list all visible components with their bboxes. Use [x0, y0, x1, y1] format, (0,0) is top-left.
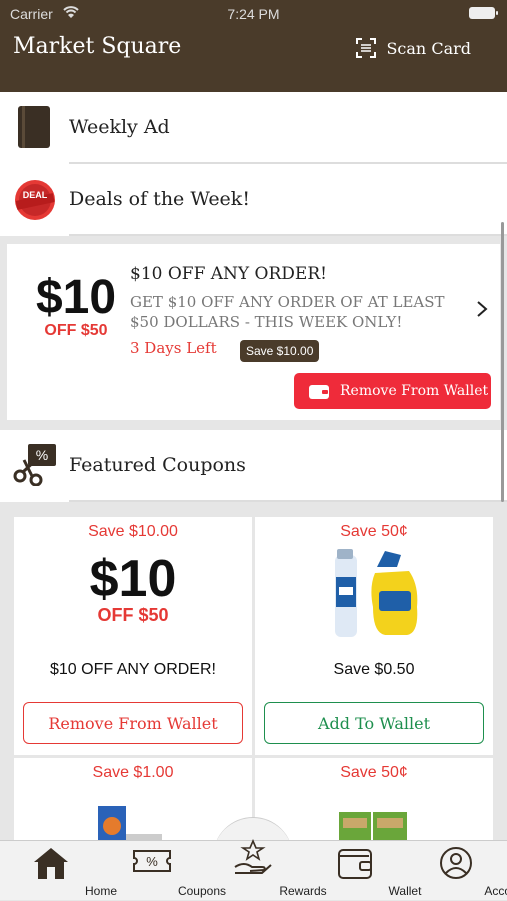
days-left-label: 3 Days Left — [130, 339, 217, 357]
coupon-name: $10 OFF ANY ORDER! — [14, 661, 252, 679]
svg-text:DEAL: DEAL — [23, 190, 48, 200]
status-time: 7:24 PM — [0, 6, 507, 22]
scan-card-label: Scan Card — [386, 39, 471, 58]
wallet-icon — [336, 846, 374, 880]
tab-home[interactable]: Home — [0, 841, 101, 901]
weekly-ad-label: Weekly Ad — [69, 116, 170, 138]
coupon-card[interactable]: Save $10.00 $10 OFF $50 $10 OFF ANY ORDE… — [14, 517, 252, 755]
weekly-ad-row[interactable]: Weekly Ad — [0, 92, 507, 164]
coupon-card[interactable]: Save 50¢ Save $0.50 Add To Wallet — [255, 517, 493, 755]
home-icon — [32, 846, 70, 880]
tab-coupons[interactable]: % Coupons — [101, 841, 202, 901]
remove-from-wallet-label: Remove From Wallet — [340, 383, 488, 399]
svg-text:%: % — [36, 447, 48, 463]
coupon-image: $10 OFF $50 — [14, 553, 252, 626]
status-bar: Carrier 7:24 PM — [0, 4, 507, 24]
coupon-save: Save 50¢ — [255, 764, 493, 782]
coupon-icon: % — [131, 846, 173, 876]
wallet-icon — [308, 382, 330, 400]
coupon-card[interactable]: Save 50¢ — [255, 758, 493, 840]
divider — [69, 500, 507, 502]
featured-coupons-label: Featured Coupons — [69, 454, 246, 476]
coupon-name: Save $0.50 — [255, 661, 493, 679]
tab-wallet[interactable]: Wallet — [304, 841, 405, 901]
content-scroll[interactable]: Weekly Ad DEAL Deals of the Week! $10 OF… — [0, 92, 507, 840]
coupon-save: Save 50¢ — [255, 523, 493, 541]
account-icon — [439, 846, 473, 880]
divider — [69, 234, 507, 236]
remove-from-wallet-button[interactable]: Remove From Wallet — [294, 373, 491, 409]
book-icon — [16, 104, 54, 150]
remove-from-wallet-button[interactable]: Remove From Wallet — [23, 702, 243, 744]
battery-icon — [469, 7, 495, 19]
deal-image-off: OFF $50 — [31, 322, 121, 340]
deals-of-week-label: Deals of the Week! — [69, 188, 250, 210]
rewards-hand-star-icon — [232, 839, 274, 877]
deal-title: $10 OFF ANY ORDER! — [130, 264, 327, 284]
scan-icon — [356, 38, 376, 58]
deal-image-amount: $10 — [31, 274, 121, 322]
deals-of-week-row[interactable]: DEAL Deals of the Week! — [0, 164, 507, 236]
coupon-save: Save $10.00 — [14, 523, 252, 541]
coupon-scissors-icon: % — [12, 442, 58, 486]
tab-bar: Home % Coupons Rewards Wallet Account — [0, 840, 507, 900]
scrollbar[interactable] — [501, 222, 504, 502]
coupon-image-off: OFF $50 — [14, 605, 252, 626]
disinfectant-product-image — [327, 547, 427, 639]
featured-coupons-row[interactable]: % Featured Coupons — [0, 430, 507, 502]
tab-rewards[interactable]: Rewards — [202, 841, 303, 901]
deal-image: $10 OFF $50 — [31, 274, 121, 340]
tab-account[interactable]: Account — [405, 841, 506, 901]
deal-description: GET $10 OFF ANY ORDER OF AT LEAST $50 DO… — [130, 292, 460, 332]
coupon-image-amount: $10 — [14, 553, 252, 605]
scan-card-button[interactable]: Scan Card — [356, 38, 471, 58]
deal-badge-icon: DEAL — [12, 178, 58, 222]
app-header: Carrier 7:24 PM Market Square Scan Card — [0, 0, 507, 92]
deal-card[interactable]: $10 OFF $50 $10 OFF ANY ORDER! GET $10 O… — [7, 244, 500, 420]
tab-account-label: Account — [456, 884, 507, 898]
svg-text:%: % — [146, 854, 158, 869]
save-badge: Save $10.00 — [240, 340, 319, 362]
chevron-right-icon[interactable] — [476, 300, 488, 318]
granola-product-image — [337, 808, 409, 840]
app-title: Market Square — [13, 34, 181, 59]
coupon-card[interactable]: Save $1.00 — [14, 758, 252, 840]
add-to-wallet-button[interactable]: Add To Wallet — [264, 702, 484, 744]
cereal-product-image — [96, 802, 166, 840]
coupon-save: Save $1.00 — [14, 764, 252, 782]
